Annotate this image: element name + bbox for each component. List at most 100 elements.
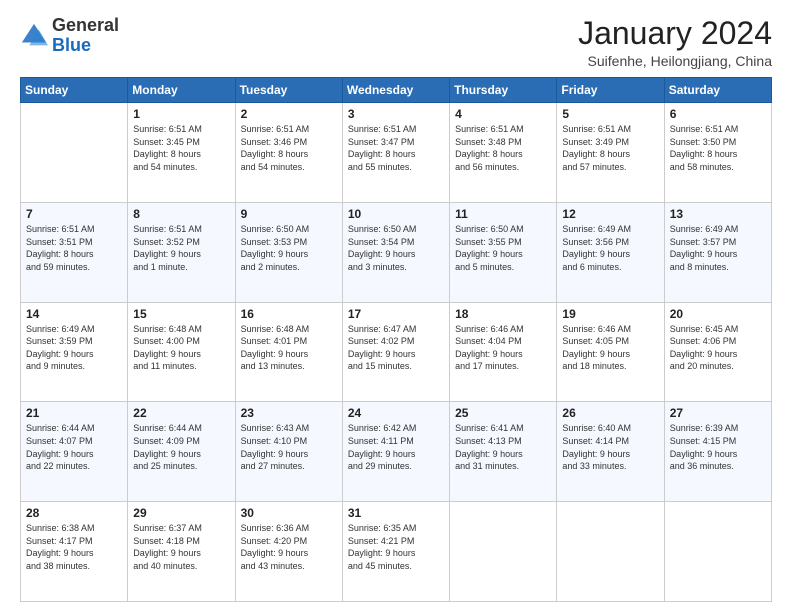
day-number: 25	[455, 406, 551, 420]
day-number: 28	[26, 506, 122, 520]
day-info: Sunrise: 6:46 AM Sunset: 4:05 PM Dayligh…	[562, 323, 658, 373]
day-number: 21	[26, 406, 122, 420]
day-info: Sunrise: 6:39 AM Sunset: 4:15 PM Dayligh…	[670, 422, 766, 472]
logo-general: General	[52, 15, 119, 35]
day-info: Sunrise: 6:51 AM Sunset: 3:46 PM Dayligh…	[241, 123, 337, 173]
weekday-header-wednesday: Wednesday	[342, 78, 449, 103]
day-info: Sunrise: 6:50 AM Sunset: 3:54 PM Dayligh…	[348, 223, 444, 273]
calendar-cell: 3 Sunrise: 6:51 AM Sunset: 3:47 PM Daylig…	[342, 103, 449, 203]
calendar-cell: 16 Sunrise: 6:48 AM Sunset: 4:01 PM Dayli…	[235, 302, 342, 402]
calendar-week-5: 28 Sunrise: 6:38 AM Sunset: 4:17 PM Dayli…	[21, 502, 772, 602]
month-title: January 2024	[578, 16, 772, 51]
day-info: Sunrise: 6:48 AM Sunset: 4:00 PM Dayligh…	[133, 323, 229, 373]
day-info: Sunrise: 6:38 AM Sunset: 4:17 PM Dayligh…	[26, 522, 122, 572]
day-info: Sunrise: 6:36 AM Sunset: 4:20 PM Dayligh…	[241, 522, 337, 572]
day-number: 1	[133, 107, 229, 121]
day-number: 13	[670, 207, 766, 221]
calendar-cell: 28 Sunrise: 6:38 AM Sunset: 4:17 PM Dayli…	[21, 502, 128, 602]
header: General Blue January 2024 Suifenhe, Heil…	[20, 16, 772, 69]
weekday-header-monday: Monday	[128, 78, 235, 103]
day-number: 11	[455, 207, 551, 221]
day-number: 27	[670, 406, 766, 420]
calendar-cell: 6Sunrise: 6:51 AM Sunset: 3:50 PM Daylig…	[664, 103, 771, 203]
weekday-header-saturday: Saturday	[664, 78, 771, 103]
calendar-cell: 31Sunrise: 6:35 AM Sunset: 4:21 PM Dayli…	[342, 502, 449, 602]
calendar-cell: 9 Sunrise: 6:50 AM Sunset: 3:53 PM Daylig…	[235, 202, 342, 302]
day-number: 24	[348, 406, 444, 420]
logo: General Blue	[20, 16, 119, 56]
calendar-cell: 25 Sunrise: 6:41 AM Sunset: 4:13 PM Dayli…	[450, 402, 557, 502]
calendar-cell: 20Sunrise: 6:45 AM Sunset: 4:06 PM Dayli…	[664, 302, 771, 402]
subtitle: Suifenhe, Heilongjiang, China	[578, 53, 772, 69]
day-info: Sunrise: 6:51 AM Sunset: 3:49 PM Dayligh…	[562, 123, 658, 173]
calendar-cell	[450, 502, 557, 602]
calendar-cell: 24Sunrise: 6:42 AM Sunset: 4:11 PM Dayli…	[342, 402, 449, 502]
day-number: 15	[133, 307, 229, 321]
day-number: 19	[562, 307, 658, 321]
day-number: 23	[241, 406, 337, 420]
day-info: Sunrise: 6:50 AM Sunset: 3:55 PM Dayligh…	[455, 223, 551, 273]
day-number: 18	[455, 307, 551, 321]
calendar-cell: 8Sunrise: 6:51 AM Sunset: 3:52 PM Daylig…	[128, 202, 235, 302]
calendar-week-1: 1 Sunrise: 6:51 AM Sunset: 3:45 PM Daylig…	[21, 103, 772, 203]
calendar-cell: 14Sunrise: 6:49 AM Sunset: 3:59 PM Dayli…	[21, 302, 128, 402]
day-info: Sunrise: 6:43 AM Sunset: 4:10 PM Dayligh…	[241, 422, 337, 472]
day-number: 9	[241, 207, 337, 221]
calendar-cell: 21 Sunrise: 6:44 AM Sunset: 4:07 PM Dayli…	[21, 402, 128, 502]
day-info: Sunrise: 6:41 AM Sunset: 4:13 PM Dayligh…	[455, 422, 551, 472]
weekday-header-row: SundayMondayTuesdayWednesdayThursdayFrid…	[21, 78, 772, 103]
calendar-cell	[557, 502, 664, 602]
calendar-cell: 27 Sunrise: 6:39 AM Sunset: 4:15 PM Dayli…	[664, 402, 771, 502]
calendar-week-3: 14Sunrise: 6:49 AM Sunset: 3:59 PM Dayli…	[21, 302, 772, 402]
calendar-cell: 15 Sunrise: 6:48 AM Sunset: 4:00 PM Dayli…	[128, 302, 235, 402]
logo-text: General Blue	[52, 16, 119, 56]
day-number: 7	[26, 207, 122, 221]
day-info: Sunrise: 6:51 AM Sunset: 3:47 PM Dayligh…	[348, 123, 444, 173]
day-info: Sunrise: 6:51 AM Sunset: 3:52 PM Dayligh…	[133, 223, 229, 273]
weekday-header-tuesday: Tuesday	[235, 78, 342, 103]
day-info: Sunrise: 6:44 AM Sunset: 4:07 PM Dayligh…	[26, 422, 122, 472]
calendar-cell	[21, 103, 128, 203]
calendar-cell: 2 Sunrise: 6:51 AM Sunset: 3:46 PM Daylig…	[235, 103, 342, 203]
day-number: 12	[562, 207, 658, 221]
day-number: 4	[455, 107, 551, 121]
calendar-cell: 22Sunrise: 6:44 AM Sunset: 4:09 PM Dayli…	[128, 402, 235, 502]
day-info: Sunrise: 6:49 AM Sunset: 3:59 PM Dayligh…	[26, 323, 122, 373]
calendar-cell: 29Sunrise: 6:37 AM Sunset: 4:18 PM Dayli…	[128, 502, 235, 602]
calendar-cell: 5 Sunrise: 6:51 AM Sunset: 3:49 PM Daylig…	[557, 103, 664, 203]
calendar-cell: 10 Sunrise: 6:50 AM Sunset: 3:54 PM Dayli…	[342, 202, 449, 302]
day-info: Sunrise: 6:51 AM Sunset: 3:51 PM Dayligh…	[26, 223, 122, 273]
day-number: 5	[562, 107, 658, 121]
day-number: 16	[241, 307, 337, 321]
calendar-table: SundayMondayTuesdayWednesdayThursdayFrid…	[20, 77, 772, 602]
day-info: Sunrise: 6:46 AM Sunset: 4:04 PM Dayligh…	[455, 323, 551, 373]
day-number: 2	[241, 107, 337, 121]
calendar-cell: 4 Sunrise: 6:51 AM Sunset: 3:48 PM Daylig…	[450, 103, 557, 203]
weekday-header-friday: Friday	[557, 78, 664, 103]
logo-icon	[20, 22, 48, 50]
calendar-week-2: 7 Sunrise: 6:51 AM Sunset: 3:51 PM Daylig…	[21, 202, 772, 302]
day-info: Sunrise: 6:35 AM Sunset: 4:21 PM Dayligh…	[348, 522, 444, 572]
day-info: Sunrise: 6:51 AM Sunset: 3:48 PM Dayligh…	[455, 123, 551, 173]
calendar-cell: 19 Sunrise: 6:46 AM Sunset: 4:05 PM Dayli…	[557, 302, 664, 402]
day-info: Sunrise: 6:50 AM Sunset: 3:53 PM Dayligh…	[241, 223, 337, 273]
day-number: 17	[348, 307, 444, 321]
day-number: 6	[670, 107, 766, 121]
day-number: 10	[348, 207, 444, 221]
day-number: 30	[241, 506, 337, 520]
calendar-week-4: 21 Sunrise: 6:44 AM Sunset: 4:07 PM Dayli…	[21, 402, 772, 502]
day-number: 20	[670, 307, 766, 321]
day-info: Sunrise: 6:47 AM Sunset: 4:02 PM Dayligh…	[348, 323, 444, 373]
calendar-cell: 17 Sunrise: 6:47 AM Sunset: 4:02 PM Dayli…	[342, 302, 449, 402]
day-info: Sunrise: 6:51 AM Sunset: 3:45 PM Dayligh…	[133, 123, 229, 173]
title-block: January 2024 Suifenhe, Heilongjiang, Chi…	[578, 16, 772, 69]
calendar-cell: 12Sunrise: 6:49 AM Sunset: 3:56 PM Dayli…	[557, 202, 664, 302]
day-info: Sunrise: 6:48 AM Sunset: 4:01 PM Dayligh…	[241, 323, 337, 373]
day-number: 26	[562, 406, 658, 420]
page: General Blue January 2024 Suifenhe, Heil…	[0, 0, 792, 612]
day-number: 3	[348, 107, 444, 121]
calendar-cell	[664, 502, 771, 602]
day-info: Sunrise: 6:40 AM Sunset: 4:14 PM Dayligh…	[562, 422, 658, 472]
calendar-cell: 23 Sunrise: 6:43 AM Sunset: 4:10 PM Dayli…	[235, 402, 342, 502]
calendar-cell: 11 Sunrise: 6:50 AM Sunset: 3:55 PM Dayli…	[450, 202, 557, 302]
